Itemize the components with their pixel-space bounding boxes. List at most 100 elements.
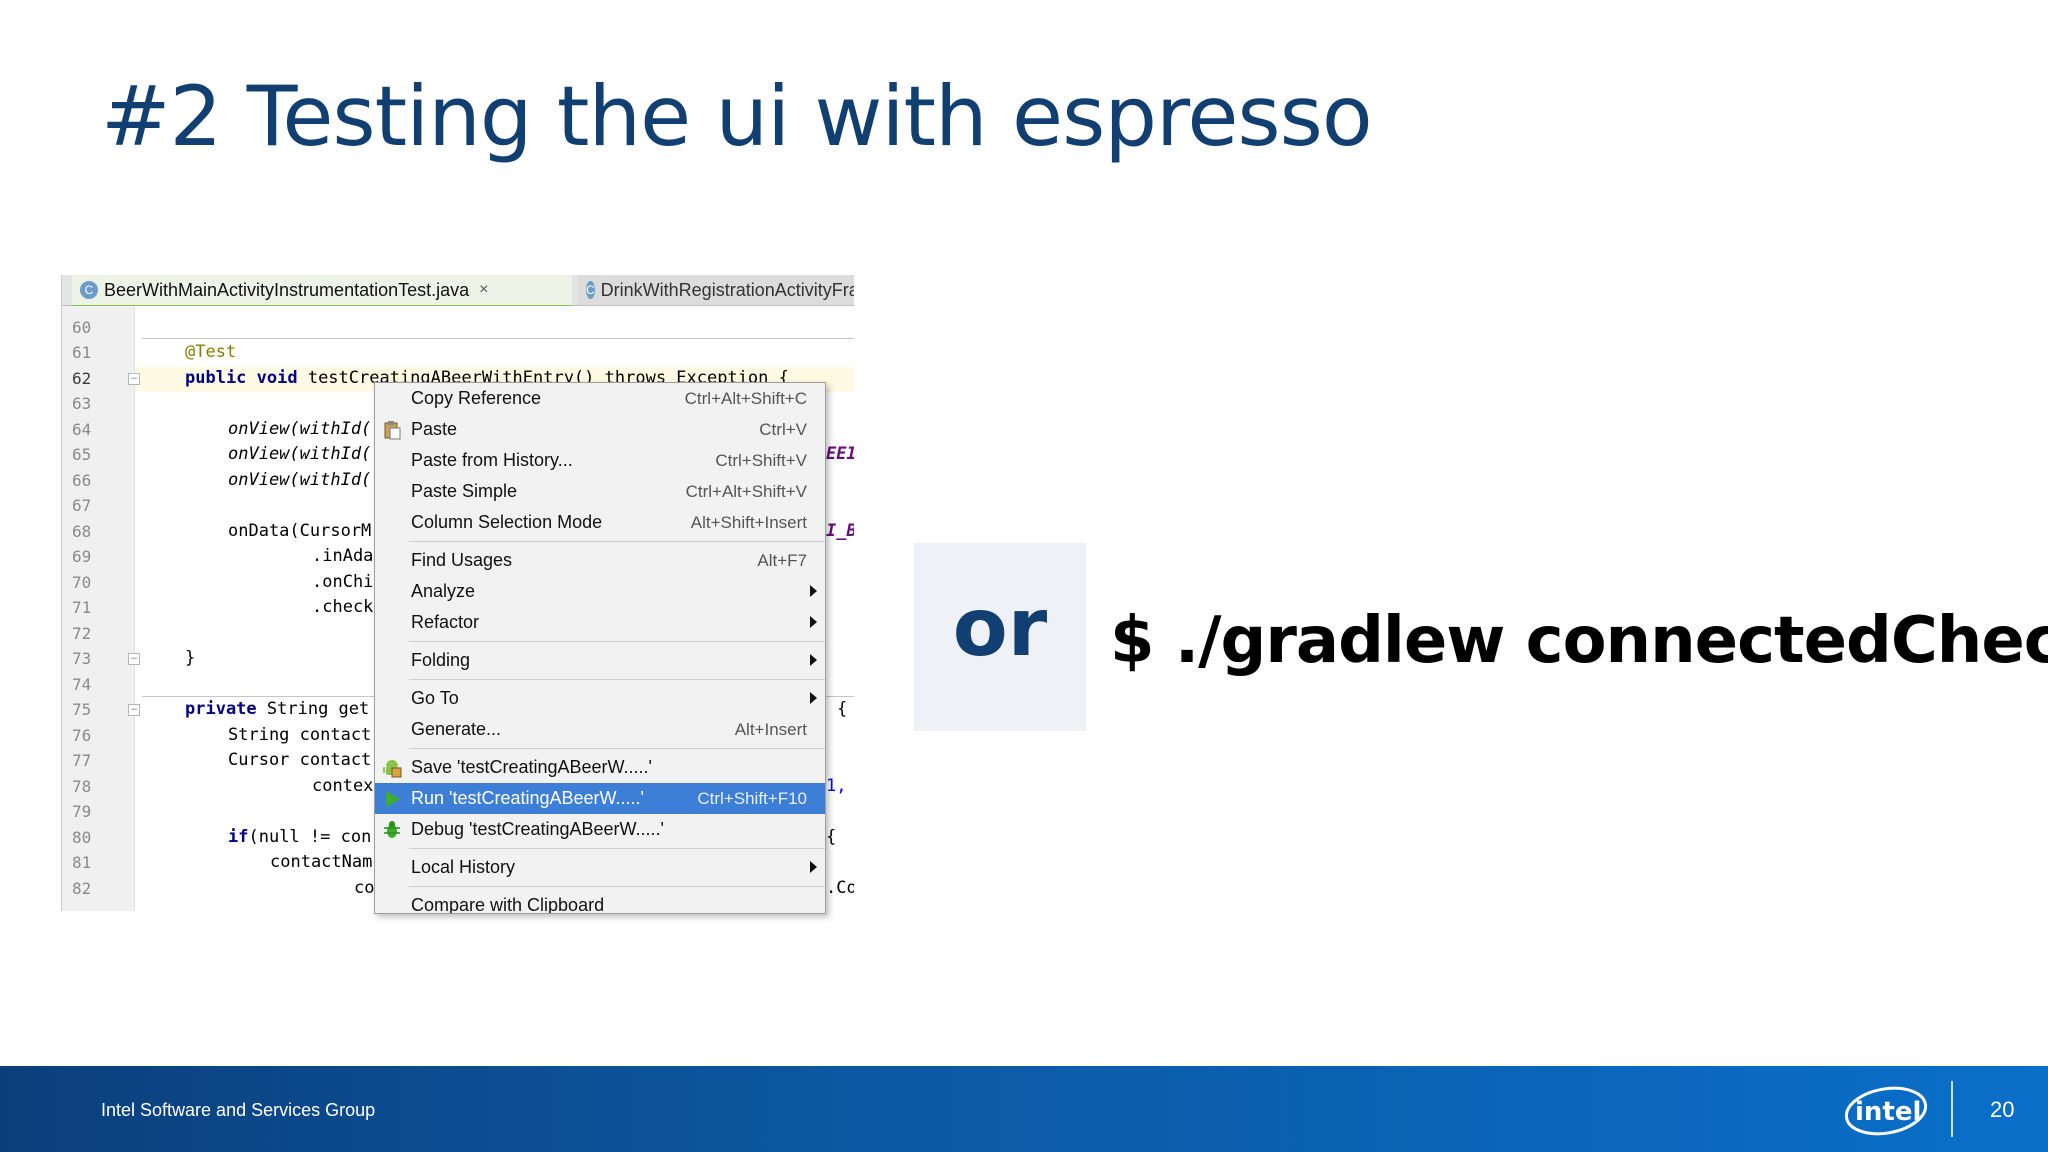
menu-item-save-test[interactable]: Save 'testCreatingABeerW.....' bbox=[375, 752, 825, 783]
code-line: .inAda bbox=[312, 546, 374, 566]
submenu-arrow-icon bbox=[810, 585, 817, 597]
menu-item-find-usages[interactable]: Find Usages Alt+F7 bbox=[375, 545, 825, 576]
or-label: or bbox=[952, 581, 1048, 674]
menu-item-label: Analyze bbox=[411, 581, 476, 601]
line-number: 82 bbox=[72, 879, 92, 898]
menu-item-run-test[interactable]: Run 'testCreatingABeerW.....' Ctrl+Shift… bbox=[375, 783, 825, 814]
code-line: onData(CursorM bbox=[228, 521, 372, 541]
method-separator bbox=[142, 338, 854, 339]
menu-item-label: Save 'testCreatingABeerW.....' bbox=[411, 757, 652, 777]
code-line: co bbox=[354, 878, 375, 898]
code-line: private String get bbox=[185, 697, 369, 722]
code-text: String get bbox=[256, 699, 370, 719]
menu-item-shortcut: Ctrl+Alt+Shift+C bbox=[684, 389, 807, 408]
tab-drink-fragment[interactable]: C DrinkWithRegistrationActivityFragmen bbox=[578, 275, 854, 305]
menu-item-paste-from-history[interactable]: Paste from History... Ctrl+Shift+V bbox=[375, 445, 825, 476]
line-number: 72 bbox=[72, 624, 92, 643]
fold-marker[interactable]: − bbox=[128, 653, 140, 665]
class-icon: C bbox=[586, 281, 595, 299]
line-number: 74 bbox=[72, 675, 92, 694]
code-line: .onChi bbox=[312, 572, 374, 592]
menu-item-generate[interactable]: Generate... Alt+Insert bbox=[375, 714, 825, 745]
line-number: 65 bbox=[72, 445, 92, 464]
context-menu: Copy Reference Ctrl+Alt+Shift+C Paste Ct… bbox=[374, 382, 826, 914]
menu-item-shortcut: Alt+Insert bbox=[734, 720, 807, 739]
menu-item-label: Copy Reference bbox=[411, 388, 542, 408]
menu-item-compare-clipboard[interactable]: Compare with Clipboard bbox=[375, 890, 825, 913]
editor-tab-bar: C BeerWithMainActivityInstrumentationTes… bbox=[62, 275, 854, 307]
code-line: if(null != con bbox=[228, 825, 371, 850]
footer-divider bbox=[1951, 1081, 1953, 1137]
line-number: 71 bbox=[72, 598, 92, 617]
menu-item-label: Generate... bbox=[411, 719, 502, 739]
submenu-arrow-icon bbox=[810, 654, 817, 666]
slide-title: #2 Testing the ui with espresso bbox=[101, 68, 1373, 165]
menu-item-column-selection-mode[interactable]: Column Selection Mode Alt+Shift+Insert bbox=[375, 507, 825, 538]
fold-marker[interactable]: − bbox=[128, 704, 140, 716]
menu-item-paste-simple[interactable]: Paste Simple Ctrl+Alt+Shift+V bbox=[375, 476, 825, 507]
menu-item-refactor[interactable]: Refactor bbox=[375, 607, 825, 638]
submenu-arrow-icon bbox=[810, 861, 817, 873]
menu-item-shortcut: Ctrl+V bbox=[759, 420, 807, 439]
android-icon bbox=[383, 760, 402, 778]
menu-item-shortcut: Ctrl+Alt+Shift+V bbox=[685, 482, 807, 501]
code-fragment: { bbox=[837, 699, 848, 719]
code-fragment: .Co bbox=[826, 878, 854, 898]
menu-separator bbox=[409, 848, 825, 849]
menu-separator bbox=[409, 641, 825, 642]
menu-item-label: Paste from History... bbox=[411, 450, 573, 470]
menu-item-local-history[interactable]: Local History bbox=[375, 852, 825, 883]
menu-separator bbox=[409, 541, 825, 542]
code-keyword: public void bbox=[185, 368, 298, 388]
line-number: 77 bbox=[72, 751, 92, 770]
close-icon[interactable]: × bbox=[479, 281, 488, 299]
menu-item-label: Debug 'testCreatingABeerW.....' bbox=[411, 819, 664, 839]
code-line: onView(withId( bbox=[228, 470, 372, 490]
menu-item-label: Paste bbox=[411, 419, 458, 439]
code-annotation: @Test bbox=[185, 342, 237, 362]
code-line: .check bbox=[312, 597, 374, 617]
menu-separator bbox=[409, 886, 825, 887]
menu-item-folding[interactable]: Folding bbox=[375, 645, 825, 676]
code-text: (null != con bbox=[248, 827, 372, 847]
menu-separator bbox=[409, 748, 825, 749]
code-fragment: 1, bbox=[826, 776, 847, 796]
code-keyword: if bbox=[228, 827, 249, 847]
page-number: 20 bbox=[1990, 1097, 2015, 1122]
menu-item-analyze[interactable]: Analyze bbox=[375, 576, 825, 607]
menu-item-label: Refactor bbox=[411, 612, 480, 632]
code-fragment: I_BI bbox=[826, 521, 854, 541]
footer-bar: Intel Software and Services Group intel … bbox=[0, 1066, 2048, 1152]
submenu-arrow-icon bbox=[810, 616, 817, 628]
line-number: 66 bbox=[72, 471, 92, 490]
line-number: 67 bbox=[72, 496, 92, 515]
run-icon bbox=[386, 791, 400, 807]
code-line: } bbox=[185, 648, 196, 668]
code-line: onView(withId( bbox=[228, 444, 372, 464]
menu-item-go-to[interactable]: Go To bbox=[375, 683, 825, 714]
tab-beer-test[interactable]: C BeerWithMainActivityInstrumentationTes… bbox=[72, 275, 572, 307]
code-fragment: { bbox=[826, 827, 837, 847]
line-number: 70 bbox=[72, 573, 92, 592]
menu-item-label: Run 'testCreatingABeerW.....' bbox=[411, 788, 644, 808]
code-keyword: private bbox=[185, 699, 257, 719]
tab-label: DrinkWithRegistrationActivityFragmen bbox=[600, 279, 854, 300]
line-number: 63 bbox=[72, 394, 92, 413]
menu-item-label: Go To bbox=[411, 688, 459, 708]
menu-item-label: Paste Simple bbox=[411, 481, 518, 501]
tab-label: BeerWithMainActivityInstrumentationTest.… bbox=[104, 279, 470, 300]
code-line: contex bbox=[312, 776, 374, 796]
line-number: 81 bbox=[72, 853, 92, 872]
line-number: 78 bbox=[72, 777, 92, 796]
menu-item-shortcut: Alt+Shift+Insert bbox=[690, 513, 807, 532]
menu-separator bbox=[409, 679, 825, 680]
line-number: 76 bbox=[72, 726, 92, 745]
menu-item-copy-reference[interactable]: Copy Reference Ctrl+Alt+Shift+C bbox=[375, 383, 825, 414]
menu-item-debug-test[interactable]: Debug 'testCreatingABeerW.....' bbox=[375, 814, 825, 845]
fold-marker[interactable]: − bbox=[128, 373, 140, 385]
menu-item-label: Find Usages bbox=[411, 550, 513, 570]
menu-item-paste[interactable]: Paste Ctrl+V bbox=[375, 414, 825, 445]
code-line: Cursor contact bbox=[228, 750, 372, 770]
menu-item-label: Local History bbox=[411, 857, 516, 877]
menu-item-label: Column Selection Mode bbox=[411, 512, 603, 532]
